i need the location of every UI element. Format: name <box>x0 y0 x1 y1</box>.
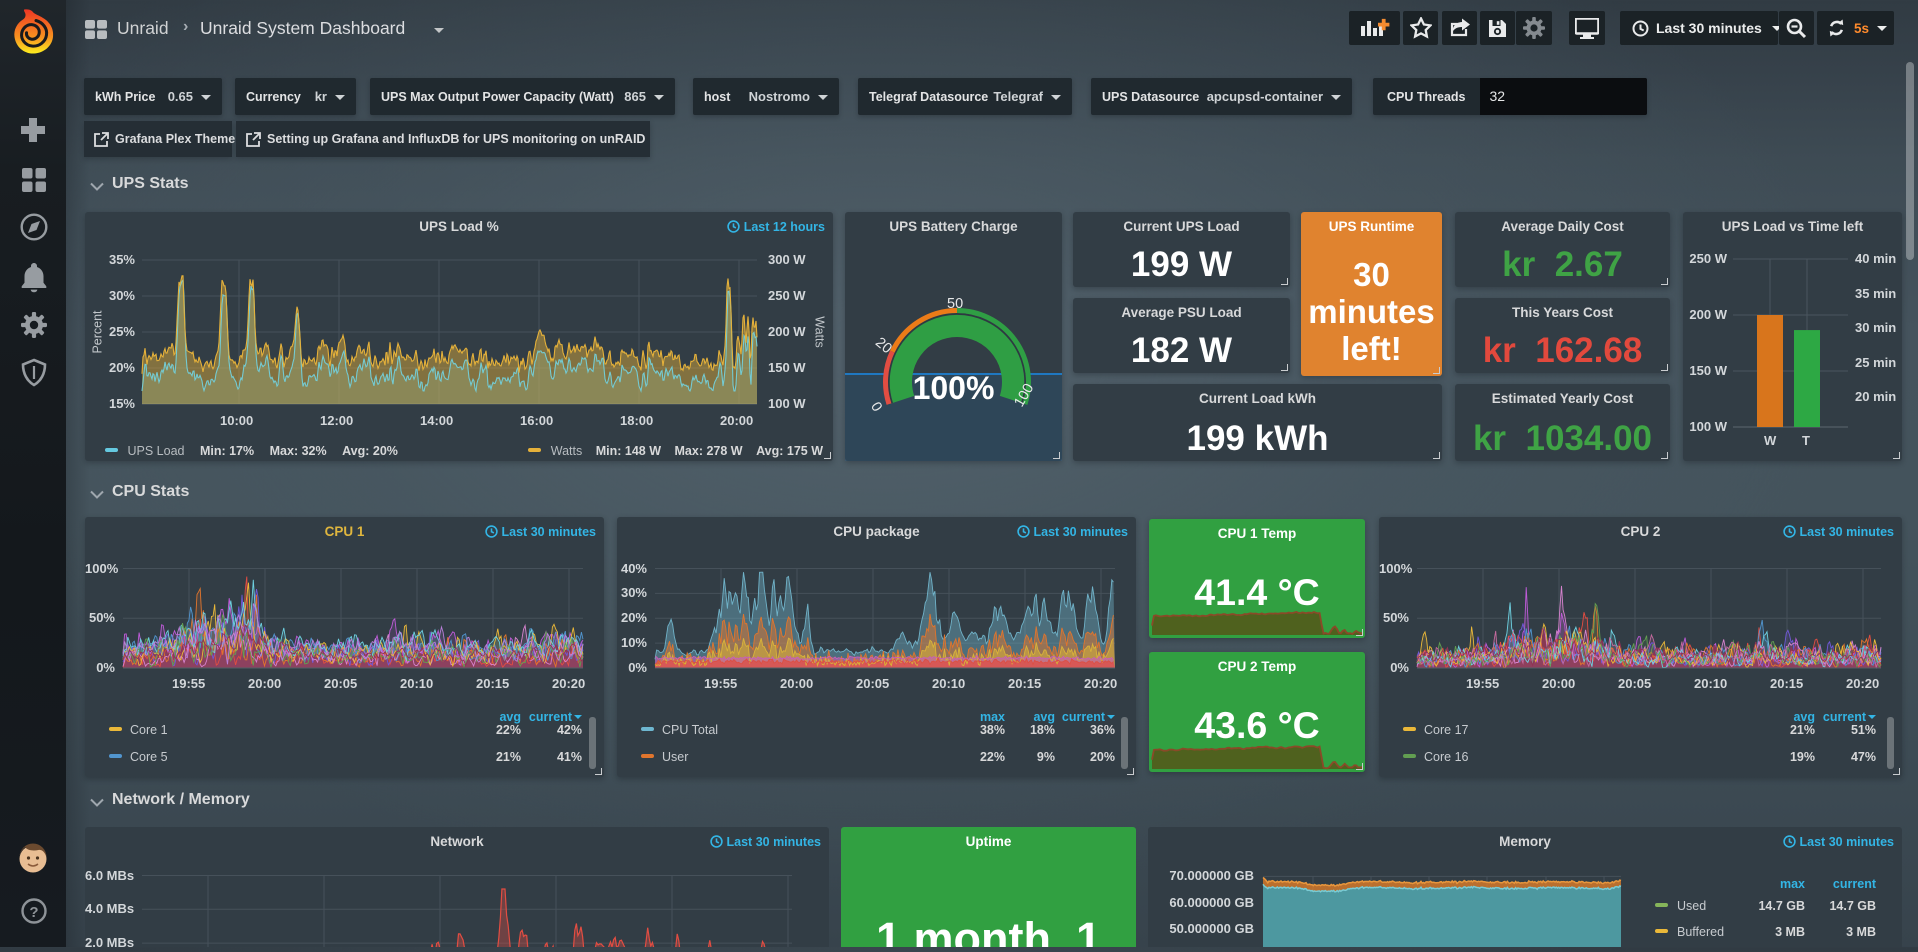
svg-text:?: ? <box>29 904 38 921</box>
svg-text:50: 50 <box>947 296 963 312</box>
